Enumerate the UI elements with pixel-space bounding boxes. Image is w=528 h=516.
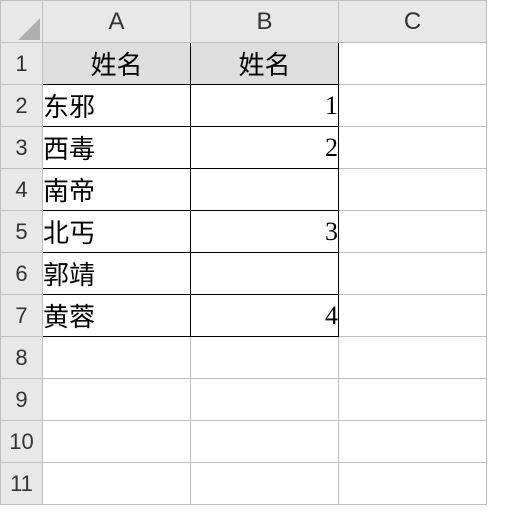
cell-C10[interactable]: [339, 421, 487, 463]
col-header-C[interactable]: C: [339, 1, 487, 43]
cell-C1[interactable]: [339, 43, 487, 85]
cell-B11[interactable]: [191, 463, 339, 505]
cell-C2[interactable]: [339, 85, 487, 127]
row-header-1[interactable]: 1: [1, 43, 43, 85]
row-header-11[interactable]: 11: [1, 463, 43, 505]
col-header-A[interactable]: A: [43, 1, 191, 43]
row-header-7[interactable]: 7: [1, 295, 43, 337]
cell-B4[interactable]: [191, 169, 339, 211]
cell-C9[interactable]: [339, 379, 487, 421]
cell-A7[interactable]: 黄蓉: [43, 295, 191, 337]
row-header-8[interactable]: 8: [1, 337, 43, 379]
cell-A5[interactable]: 北丐: [43, 211, 191, 253]
cell-B10[interactable]: [191, 421, 339, 463]
cell-A9[interactable]: [43, 379, 191, 421]
cell-A3[interactable]: 西毒: [43, 127, 191, 169]
cell-B8[interactable]: [191, 337, 339, 379]
cell-B1[interactable]: 姓名: [191, 43, 339, 85]
cell-A4[interactable]: 南帝: [43, 169, 191, 211]
cell-C4[interactable]: [339, 169, 487, 211]
cell-A10[interactable]: [43, 421, 191, 463]
row-header-2[interactable]: 2: [1, 85, 43, 127]
cell-A2[interactable]: 东邪: [43, 85, 191, 127]
cell-C6[interactable]: [339, 253, 487, 295]
cell-A8[interactable]: [43, 337, 191, 379]
row-header-5[interactable]: 5: [1, 211, 43, 253]
cell-C5[interactable]: [339, 211, 487, 253]
corner-triangle-icon: [18, 18, 40, 40]
cell-B2[interactable]: 1: [191, 85, 339, 127]
cell-B7[interactable]: 4: [191, 295, 339, 337]
col-header-B[interactable]: B: [191, 1, 339, 43]
cell-A1[interactable]: 姓名: [43, 43, 191, 85]
cell-C8[interactable]: [339, 337, 487, 379]
cell-B3[interactable]: 2: [191, 127, 339, 169]
cell-C7[interactable]: [339, 295, 487, 337]
row-header-4[interactable]: 4: [1, 169, 43, 211]
spreadsheet-grid[interactable]: A B C 1 姓名 姓名 2 东邪 1 3 西毒 2 4 南帝 5 北丐 3 …: [0, 0, 487, 505]
cell-B6[interactable]: [191, 253, 339, 295]
cell-B5[interactable]: 3: [191, 211, 339, 253]
cell-A6[interactable]: 郭靖: [43, 253, 191, 295]
cell-A11[interactable]: [43, 463, 191, 505]
cell-C11[interactable]: [339, 463, 487, 505]
row-header-10[interactable]: 10: [1, 421, 43, 463]
row-header-3[interactable]: 3: [1, 127, 43, 169]
row-header-6[interactable]: 6: [1, 253, 43, 295]
select-all-corner[interactable]: [1, 1, 43, 43]
cell-B9[interactable]: [191, 379, 339, 421]
cell-C3[interactable]: [339, 127, 487, 169]
row-header-9[interactable]: 9: [1, 379, 43, 421]
